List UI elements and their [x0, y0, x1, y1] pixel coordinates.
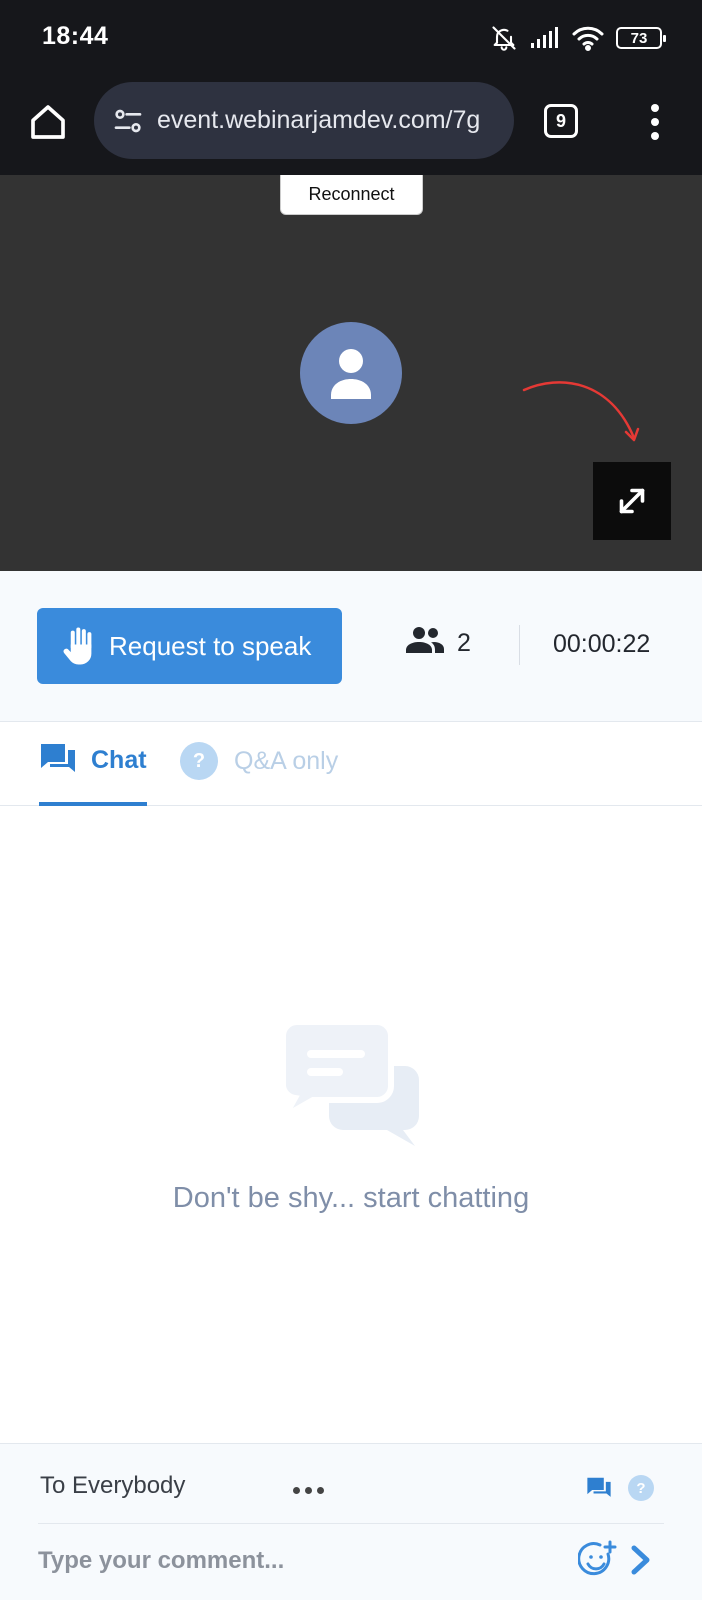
browser-bar: event.webinarjamdev.com/7g 9	[0, 76, 702, 175]
chat-bubbles-icon	[277, 1019, 419, 1153]
request-to-speak-label: Request to speak	[109, 630, 312, 661]
empty-chat-message: Don't be shy... start chatting	[172, 1182, 530, 1214]
battery-icon: 73	[616, 27, 666, 49]
more-vert-icon[interactable]	[640, 100, 670, 144]
raise-hand-icon	[61, 626, 99, 666]
tab-qa-label: Q&A only	[234, 746, 339, 775]
question-icon: ?	[180, 742, 218, 780]
request-to-speak-button[interactable]: Request to speak	[37, 608, 342, 684]
avatar-icon	[300, 322, 402, 424]
chat-tabs: Chat ? Q&A only	[0, 722, 702, 806]
recipient-selector[interactable]: To Everybody	[40, 1472, 185, 1500]
chat-icon	[39, 742, 77, 781]
session-timer: 00:00:22	[553, 630, 651, 658]
url-text: event.webinarjamdev.com/7g	[157, 106, 481, 134]
chat-composer: To Everybody ?	[0, 1443, 702, 1600]
status-bar: 18:44 73	[0, 0, 702, 76]
participants-count: 2	[405, 626, 471, 661]
tab-chat[interactable]: Chat	[39, 742, 147, 806]
site-settings-icon[interactable]	[109, 102, 147, 140]
send-icon[interactable]	[628, 1544, 654, 1581]
divider	[38, 1523, 664, 1524]
chat-messages: Don't be shy... start chatting	[0, 806, 702, 1443]
chat-mode-icon[interactable]	[586, 1476, 612, 1505]
bell-off-icon	[490, 24, 518, 52]
people-icon	[405, 626, 445, 661]
status-time: 18:44	[42, 22, 109, 50]
more-horizontal-icon[interactable]	[293, 1487, 324, 1494]
wifi-icon	[572, 25, 604, 51]
tab-chat-label: Chat	[91, 746, 147, 774]
tab-qa-only[interactable]: ? Q&A only	[180, 742, 338, 780]
address-bar[interactable]: event.webinarjamdev.com/7g	[94, 82, 514, 159]
tabs-icon[interactable]: 9	[544, 104, 578, 138]
reconnect-button[interactable]: Reconnect	[280, 175, 423, 215]
video-stage: Reconnect	[0, 175, 702, 571]
comment-input[interactable]	[38, 1536, 558, 1586]
divider	[519, 625, 520, 665]
home-icon[interactable]	[24, 98, 72, 146]
qa-mode-icon[interactable]: ?	[628, 1475, 654, 1501]
participants-number: 2	[457, 629, 471, 657]
annotation-arrow	[510, 370, 640, 455]
emoji-icon[interactable]	[577, 1540, 618, 1585]
signal-icon	[530, 27, 560, 49]
session-controls: Request to speak 2 00:00:22	[0, 571, 702, 722]
status-icons: 73	[490, 22, 666, 54]
fullscreen-icon[interactable]	[593, 462, 671, 540]
